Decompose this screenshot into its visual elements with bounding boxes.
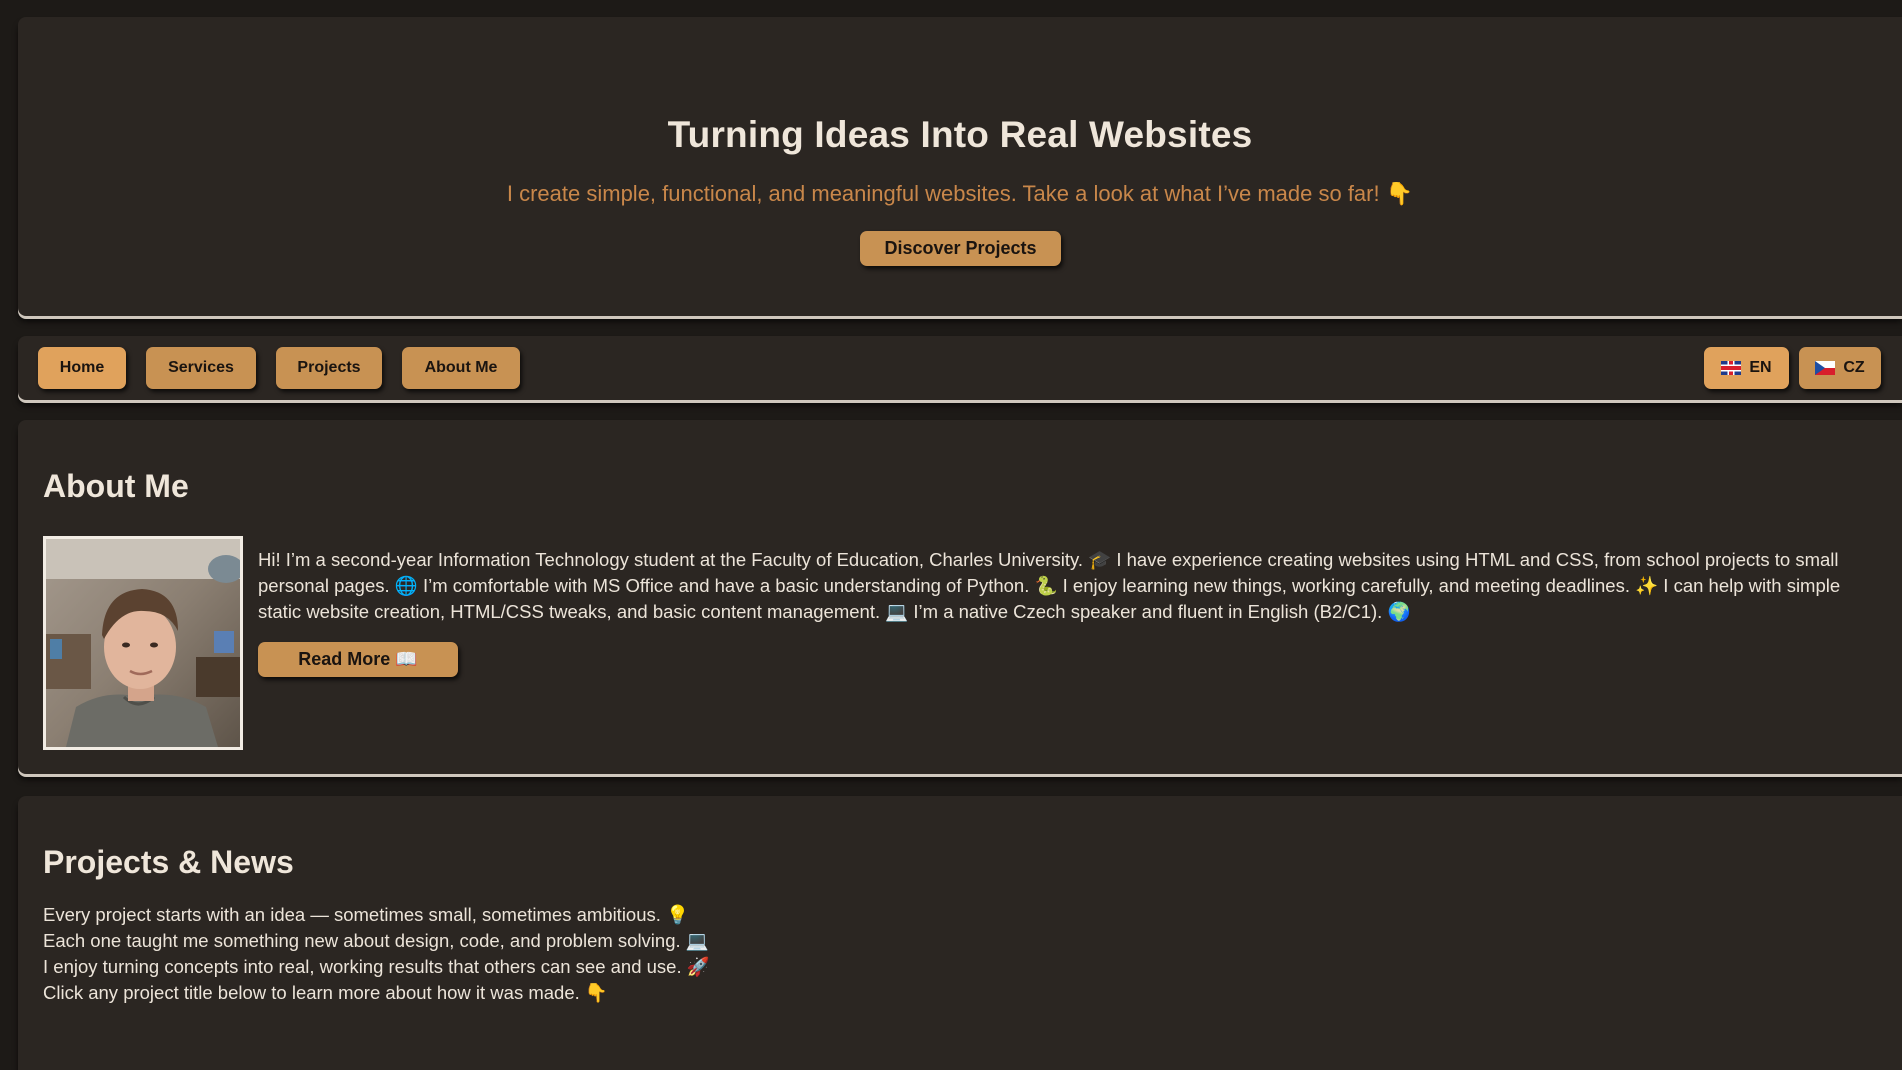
main-navigation: Home Services Projects About Me EN CZ [18, 336, 1902, 400]
nav-projects-button[interactable]: Projects [276, 347, 382, 389]
hero-subtitle: I create simple, functional, and meaning… [506, 181, 1414, 206]
page: Turning Ideas Into Real Websites I creat… [0, 0, 1902, 1070]
language-cz-label: CZ [1843, 359, 1865, 376]
projects-intro-line: Click any project title below to learn m… [43, 982, 608, 1003]
about-heading: About Me [43, 468, 189, 504]
about-paragraph: Hi! I’m a second-year Information Techno… [258, 549, 1841, 622]
nav-home-button[interactable]: Home [38, 347, 126, 389]
language-cz-button[interactable]: CZ [1799, 347, 1881, 389]
projects-intro-line: Every project starts with an idea — some… [43, 904, 690, 925]
cz-flag-icon [1815, 361, 1836, 375]
nav-services-button[interactable]: Services [146, 347, 256, 389]
projects-section: Projects & News Every project starts wit… [18, 796, 1902, 1070]
projects-heading: Projects & News [43, 844, 294, 880]
hero-title: Turning Ideas Into Real Websites [667, 114, 1253, 155]
language-en-label: EN [1749, 359, 1772, 376]
discover-projects-button[interactable]: Discover Projects [860, 231, 1061, 266]
hero-section: Turning Ideas Into Real Websites I creat… [18, 17, 1902, 316]
projects-intro-line: I enjoy turning concepts into real, work… [43, 956, 710, 977]
read-more-button[interactable]: Read More 📖 [258, 642, 458, 677]
nav-about-button[interactable]: About Me [402, 347, 520, 389]
about-section: About Me Hi! I’m a second-year Informati… [18, 420, 1902, 774]
profile-photo [43, 536, 243, 750]
projects-intro-line: Each one taught me something new about d… [43, 930, 709, 951]
uk-flag-icon [1721, 361, 1742, 375]
projects-intro: Every project starts with an idea — some… [43, 902, 710, 1006]
language-en-button[interactable]: EN [1704, 347, 1789, 389]
